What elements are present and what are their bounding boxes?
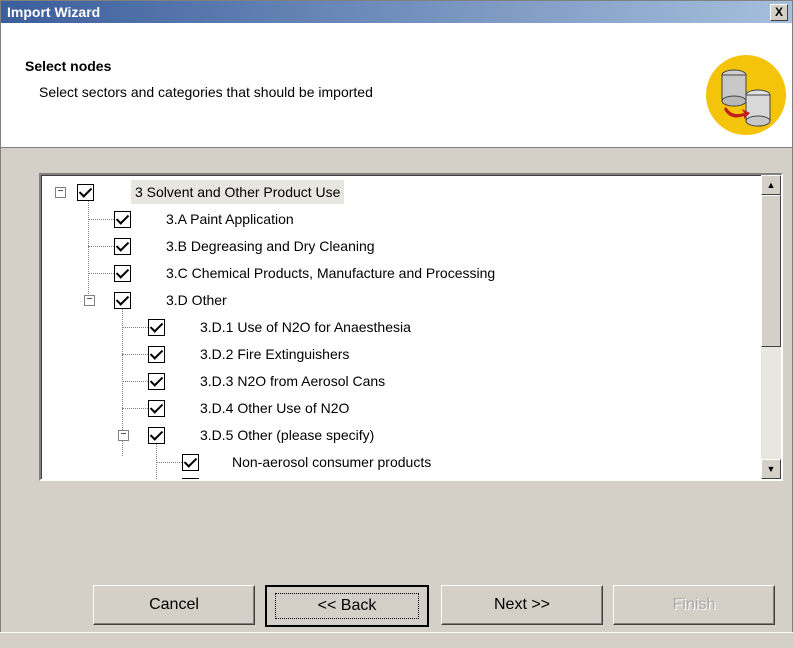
tree-connector bbox=[122, 327, 148, 328]
checkbox[interactable] bbox=[77, 184, 94, 201]
checkbox[interactable] bbox=[114, 211, 131, 228]
tree-node-3[interactable]: − 3 Solvent and Other Product Use bbox=[55, 180, 455, 204]
collapse-icon[interactable]: − bbox=[118, 430, 129, 441]
tree-connector bbox=[88, 273, 114, 274]
checkbox[interactable] bbox=[114, 292, 131, 309]
tree-node-nonaerosol[interactable]: Non-aerosol consumer products bbox=[182, 450, 582, 474]
cancel-button[interactable]: Cancel bbox=[93, 585, 255, 625]
checkbox[interactable] bbox=[148, 319, 165, 336]
tree-content: − 3 Solvent and Other Product Use 3.A Pa… bbox=[41, 175, 759, 479]
tree-connector bbox=[122, 354, 148, 355]
back-button[interactable]: << Back bbox=[265, 585, 429, 627]
tree-node-label: 3.D.4 Other Use of N2O bbox=[200, 400, 350, 416]
page-subtitle: Select sectors and categories that shoul… bbox=[39, 84, 373, 100]
tree-node-label: 3.C Chemical Products, Manufacture and P… bbox=[166, 265, 496, 281]
tree-node-3c[interactable]: 3.C Chemical Products, Manufacture and P… bbox=[114, 261, 674, 285]
title-bar: Import Wizard X bbox=[1, 1, 792, 23]
tree-node-label: 3.D.2 Fire Extinguishers bbox=[200, 346, 350, 362]
window-title: Import Wizard bbox=[7, 4, 101, 20]
checkbox[interactable] bbox=[148, 427, 165, 444]
tree-connector bbox=[122, 408, 148, 409]
tree-connector bbox=[88, 246, 114, 247]
checkbox[interactable] bbox=[114, 265, 131, 282]
import-wizard-window: Import Wizard X Select nodes Select sect… bbox=[0, 0, 793, 647]
checkbox[interactable] bbox=[148, 346, 165, 363]
tree-node-3d1[interactable]: 3.D.1 Use of N2O for Anaesthesia bbox=[148, 315, 548, 339]
tree-node-label: 3.D.1 Use of N2O for Anaesthesia bbox=[200, 319, 411, 335]
tree-connector bbox=[156, 462, 182, 463]
tree-node-label: 3 Solvent and Other Product Use bbox=[131, 180, 345, 204]
next-button[interactable]: Next >> bbox=[441, 585, 603, 625]
checkbox[interactable] bbox=[114, 238, 131, 255]
tree-node-label: 3.D.5 Other (please specify) bbox=[200, 427, 375, 443]
page-title: Select nodes bbox=[25, 58, 112, 74]
scroll-thumb[interactable] bbox=[761, 195, 781, 347]
tree-node-label: 3.D.3 N2O from Aerosol Cans bbox=[200, 373, 386, 389]
checkbox[interactable] bbox=[148, 400, 165, 417]
focus-rect bbox=[275, 593, 419, 619]
collapse-icon[interactable]: − bbox=[84, 295, 95, 306]
tree-node-label: Non-aerosol consumer products bbox=[232, 454, 432, 470]
scroll-up-icon[interactable]: ▲ bbox=[761, 175, 781, 195]
tree-node-label: 3.A Paint Application bbox=[166, 211, 294, 227]
checkbox[interactable] bbox=[148, 373, 165, 390]
tree-node-3b[interactable]: 3.B Degreasing and Dry Cleaning bbox=[114, 234, 514, 258]
tree-node-3d5[interactable]: − 3.D.5 Other (please specify) bbox=[118, 423, 518, 447]
close-button[interactable]: X bbox=[770, 4, 788, 21]
tree-node-3a[interactable]: 3.A Paint Application bbox=[114, 207, 514, 231]
wizard-header: Select nodes Select sectors and categori… bbox=[1, 23, 792, 148]
tree-node-3d2[interactable]: 3.D.2 Fire Extinguishers bbox=[148, 342, 548, 366]
checkbox[interactable] bbox=[182, 454, 199, 471]
tree-node-3d[interactable]: − 3.D Other bbox=[84, 288, 484, 312]
tree-node-label: 3.D Other bbox=[166, 292, 227, 308]
bottom-strip bbox=[0, 632, 793, 648]
database-import-icon-graphic bbox=[721, 69, 771, 127]
checkbox bbox=[182, 478, 199, 479]
scroll-down-icon[interactable]: ▼ bbox=[761, 459, 781, 479]
tree-node-3d4[interactable]: 3.D.4 Other Use of N2O bbox=[148, 396, 548, 420]
tree-connector bbox=[88, 219, 114, 220]
tree-node-partial bbox=[182, 474, 212, 479]
node-tree[interactable]: − 3 Solvent and Other Product Use 3.A Pa… bbox=[39, 173, 783, 481]
finish-button[interactable]: Finish bbox=[613, 585, 775, 625]
database-import-icon bbox=[706, 55, 786, 135]
tree-node-3d3[interactable]: 3.D.3 N2O from Aerosol Cans bbox=[148, 369, 548, 393]
collapse-icon[interactable]: − bbox=[55, 187, 66, 198]
tree-node-label: 3.B Degreasing and Dry Cleaning bbox=[166, 238, 375, 254]
tree-connector bbox=[122, 381, 148, 382]
tree-scrollbar[interactable]: ▲ ▼ bbox=[761, 175, 781, 479]
